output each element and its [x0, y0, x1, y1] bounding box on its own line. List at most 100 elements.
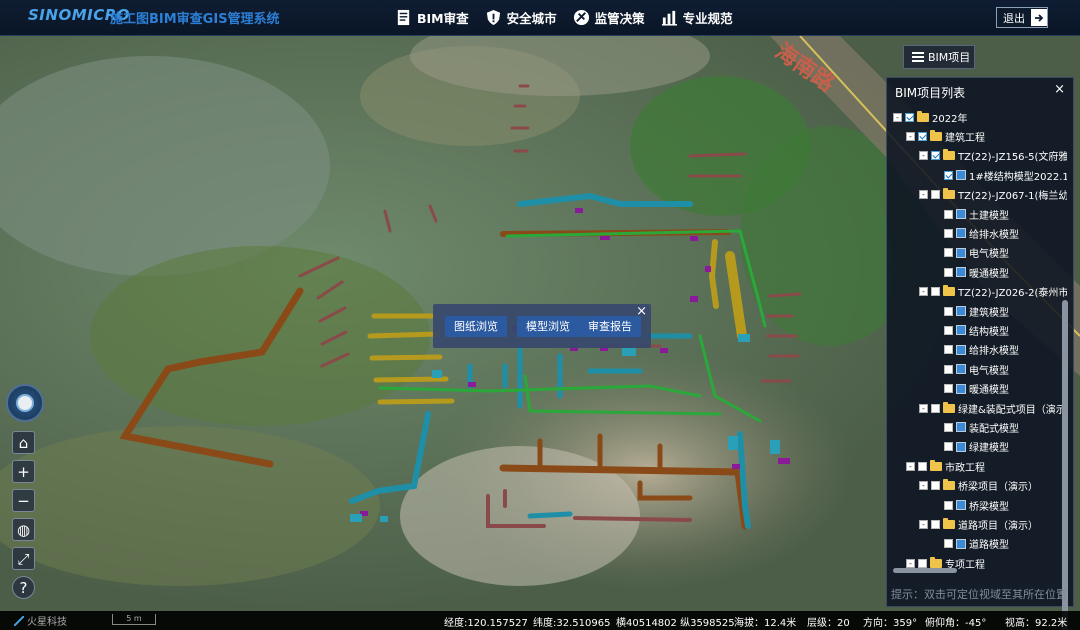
tree-label: 暖通模型	[969, 268, 1009, 280]
panel-close-icon[interactable]: ×	[1054, 83, 1065, 98]
tree-checkbox[interactable]	[944, 442, 953, 452]
tree-checkbox[interactable]	[944, 306, 953, 316]
tree-leaf[interactable]: 电气模型	[932, 244, 1009, 262]
tree-label: 电气模型	[969, 365, 1009, 377]
globe-button[interactable]: ◍	[12, 518, 35, 541]
tree-node[interactable]: - 绿建&装配式项目（演示）	[919, 399, 1067, 417]
nav-decision[interactable]: 监管决策	[573, 6, 645, 28]
expand-toggle[interactable]: -	[919, 481, 928, 491]
expand-toggle[interactable]: -	[893, 112, 902, 122]
expand-toggle[interactable]: -	[906, 131, 915, 141]
panel-title: BIM项目列表	[895, 86, 966, 100]
expand-toggle[interactable]: -	[919, 519, 928, 529]
expand-toggle[interactable]: -	[919, 151, 928, 161]
model-view-button[interactable]: 模型浏览	[517, 316, 579, 337]
tree-label: 1#楼结构模型2022.11	[969, 171, 1067, 183]
tree-checkbox[interactable]	[931, 190, 940, 200]
tree-checkbox[interactable]	[918, 131, 927, 141]
tree-node[interactable]: - 建筑工程	[906, 127, 985, 145]
tree-checkbox[interactable]	[944, 228, 953, 238]
tree-leaf[interactable]: 给排水模型	[932, 224, 1019, 242]
tree-leaf[interactable]: 给排水模型	[932, 341, 1019, 359]
tree-checkbox[interactable]	[944, 384, 953, 394]
model-popup: 图纸浏览 模型浏览 审查报告 ×	[433, 304, 651, 348]
tree-checkbox[interactable]	[944, 364, 953, 374]
nav-standards[interactable]: 专业规范	[661, 6, 733, 28]
project-tree[interactable]: - 2022年 - 建筑工程 - TZ(22)-JZ156-5(文府雅居 1#楼结构模型20…	[887, 108, 1067, 578]
tree-leaf[interactable]: 1#楼结构模型2022.11	[932, 166, 1067, 184]
tree-node[interactable]: - 2022年	[893, 108, 967, 126]
expand-toggle[interactable]: -	[919, 190, 928, 200]
model-icon	[956, 209, 966, 219]
logout-button[interactable]: 退出	[996, 7, 1048, 28]
tree-checkbox[interactable]	[931, 287, 940, 297]
tree-checkbox[interactable]	[931, 403, 940, 413]
zoom-out-button[interactable]: −	[12, 489, 35, 512]
model-icon	[956, 170, 966, 181]
home-button[interactable]: ⌂	[12, 431, 35, 454]
list-icon	[912, 52, 924, 62]
panel-vertical-scrollbar[interactable]	[1062, 300, 1068, 630]
tree-node[interactable]: - TZ(22)-JZ026-2(泰州市E	[919, 283, 1067, 301]
drawing-view-button[interactable]: 图纸浏览	[445, 316, 507, 337]
tree-leaf[interactable]: 建筑模型	[932, 302, 1009, 320]
tree-label: 电气模型	[969, 249, 1009, 261]
tree-label: 道路项目（演示）	[958, 520, 1038, 532]
tree-checkbox[interactable]	[905, 112, 914, 122]
tree-label: 绿建&装配式项目（演示）	[958, 404, 1067, 416]
nav-safe-city-label: 安全城市	[506, 10, 557, 26]
tree-checkbox[interactable]	[944, 267, 953, 277]
tree-checkbox[interactable]	[944, 345, 953, 355]
tree-leaf[interactable]: 绿建模型	[932, 438, 1009, 456]
brand-credit: 火星科技	[14, 613, 67, 628]
tree-checkbox[interactable]	[918, 461, 927, 471]
tree-checkbox[interactable]	[944, 209, 953, 219]
tree-leaf[interactable]: 土建模型	[932, 205, 1009, 223]
tree-node[interactable]: - 桥梁项目（演示）	[919, 477, 1038, 495]
review-report-button[interactable]: 审查报告	[579, 316, 641, 337]
tree-checkbox[interactable]	[918, 558, 927, 568]
popup-close-icon[interactable]: ×	[636, 304, 647, 319]
tree-leaf[interactable]: 道路模型	[932, 535, 1009, 553]
tree-node[interactable]: - 道路项目（演示）	[919, 515, 1038, 533]
brand-name: 火星科技	[27, 617, 67, 628]
zoom-in-button[interactable]: +	[12, 460, 35, 483]
tree-checkbox[interactable]	[944, 539, 953, 549]
tree-leaf[interactable]: 桥梁模型	[932, 496, 1009, 514]
tree-checkbox[interactable]	[944, 500, 953, 510]
tree-leaf[interactable]: 装配式模型	[932, 418, 1019, 436]
folder-icon	[943, 401, 955, 413]
tree-node[interactable]: - TZ(22)-JZ067-1(梅兰幼儿	[919, 186, 1067, 204]
expand-toggle[interactable]: -	[919, 287, 928, 297]
expand-toggle[interactable]: -	[906, 558, 915, 568]
tree-checkbox[interactable]	[944, 170, 953, 180]
bim-project-button[interactable]: BIM项目	[903, 45, 975, 69]
model-icon	[956, 325, 966, 336]
tree-leaf[interactable]: 暖通模型	[932, 380, 1009, 398]
logout-label: 退出	[1003, 11, 1025, 25]
tree-checkbox[interactable]	[944, 325, 953, 335]
compass-icon[interactable]	[6, 384, 44, 422]
tree-label: TZ(22)-JZ026-2(泰州市E	[958, 288, 1067, 300]
tree-node[interactable]: - TZ(22)-JZ156-5(文府雅居	[919, 147, 1067, 165]
expand-toggle[interactable]: -	[906, 461, 915, 471]
tree-checkbox[interactable]	[931, 519, 940, 529]
expand-toggle[interactable]: -	[919, 403, 928, 413]
help-button[interactable]: ?	[12, 576, 35, 599]
tree-label: 道路模型	[969, 540, 1009, 552]
tree-checkbox[interactable]	[944, 248, 953, 258]
nav-safe-city[interactable]: 安全城市	[485, 6, 557, 28]
nav-bim-review-label: BIM审查	[417, 10, 469, 26]
nav-decision-label: 监管决策	[594, 10, 645, 26]
tree-checkbox[interactable]	[931, 151, 940, 161]
tree-leaf[interactable]: 电气模型	[932, 360, 1009, 378]
nav-bim-review[interactable]: BIM审查	[395, 6, 469, 28]
tree-checkbox[interactable]	[931, 481, 940, 491]
tree-leaf[interactable]: 结构模型	[932, 321, 1009, 339]
panel-horizontal-scrollbar[interactable]	[893, 568, 957, 573]
tree-node[interactable]: - 市政工程	[906, 457, 985, 475]
fullscreen-button[interactable]: ⤢	[12, 547, 35, 570]
tree-checkbox[interactable]	[944, 422, 953, 432]
tree-leaf[interactable]: 暖通模型	[932, 263, 1009, 281]
tree-label: 桥梁模型	[969, 501, 1009, 513]
